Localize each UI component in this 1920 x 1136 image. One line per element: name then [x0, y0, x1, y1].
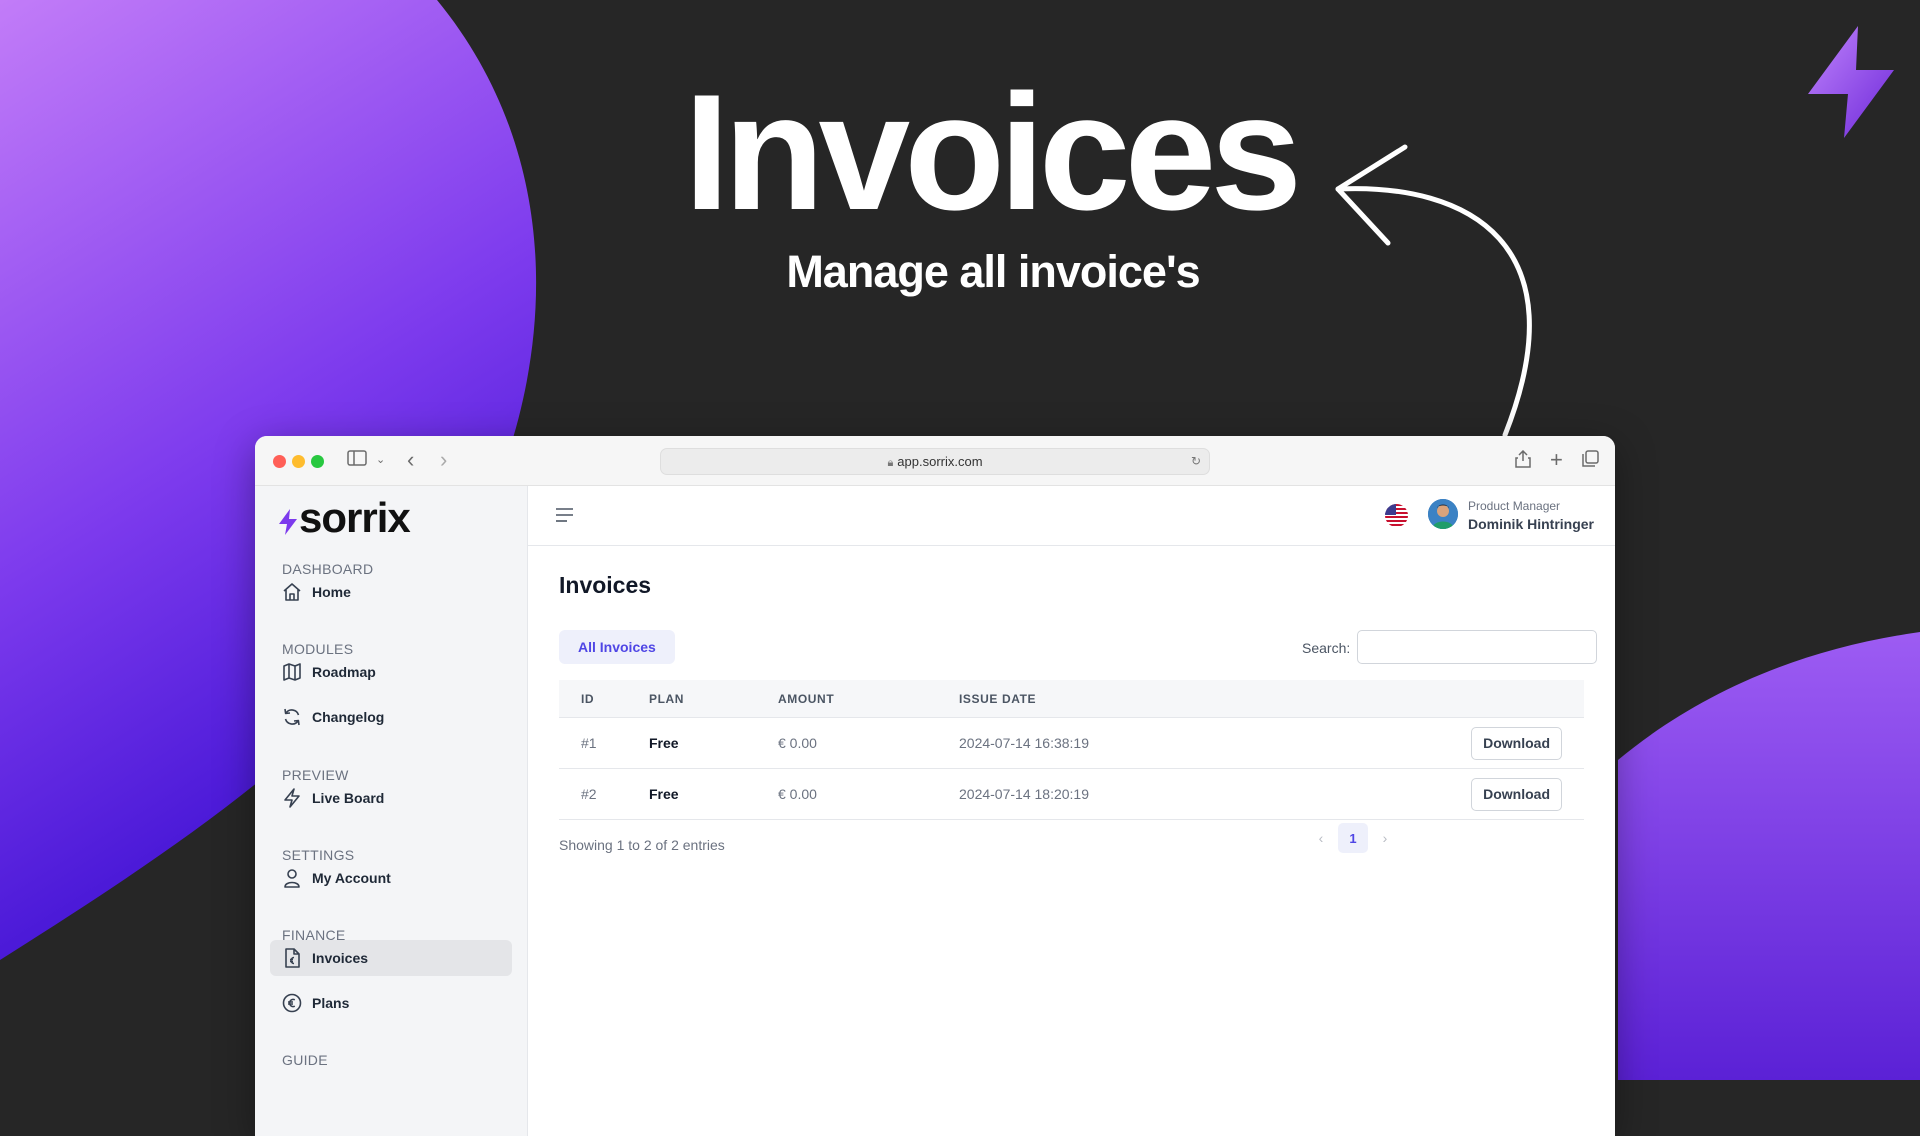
browser-window: ⌄ ‹ › 🔒︎ app.sorrix.com ↻ + sorrix DASHBO…	[255, 436, 1615, 1136]
pagination-prev-button[interactable]: ‹	[1304, 830, 1338, 846]
us-flag-icon[interactable]	[1385, 504, 1408, 527]
column-header-id[interactable]: ID	[559, 680, 649, 718]
chevron-down-icon[interactable]: ⌄	[376, 450, 385, 470]
sidebar-item-home[interactable]: Home	[270, 574, 512, 610]
table-header-row: ID PLAN AMOUNT ISSUE DATE	[559, 680, 1584, 718]
column-header-amount[interactable]: AMOUNT	[778, 680, 959, 718]
download-button[interactable]: Download	[1471, 777, 1562, 811]
sidebar-item-plans[interactable]: Plans	[270, 985, 512, 1021]
cell-plan: Free	[649, 717, 778, 769]
sidebar-item-live-board[interactable]: Live Board	[270, 780, 512, 816]
forward-arrow-icon[interactable]: ›	[440, 449, 447, 471]
sidebar-item-invoices[interactable]: Invoices	[270, 940, 512, 976]
bolt-icon	[281, 787, 303, 809]
euro-icon	[281, 992, 303, 1014]
pagination: ‹ 1 ›	[1304, 823, 1402, 853]
sidebar-toggle-icon[interactable]	[347, 450, 367, 470]
user-icon	[281, 867, 303, 889]
cell-id: #2	[559, 768, 649, 820]
tabs-overview-icon[interactable]	[1582, 450, 1599, 471]
logo[interactable]: sorrix	[279, 494, 411, 542]
refresh-icon	[281, 706, 303, 728]
map-icon	[281, 661, 303, 683]
cell-plan: Free	[649, 768, 778, 820]
browser-toolbar: ⌄ ‹ › 🔒︎ app.sorrix.com ↻ +	[255, 436, 1615, 486]
user-role: Product Manager	[1468, 499, 1561, 513]
sidebar-item-label: My Account	[312, 870, 391, 886]
logo-bolt-icon	[279, 509, 297, 535]
curved-arrow-icon	[1335, 144, 1532, 438]
cell-amount: € 0.00	[778, 717, 959, 769]
lock-icon: 🔒︎	[887, 457, 894, 469]
sidebar-item-label: Roadmap	[312, 664, 376, 680]
share-icon[interactable]	[1515, 449, 1531, 472]
invoice-icon	[281, 947, 303, 969]
hero-subtitle: Manage all invoice's	[786, 246, 1200, 297]
sidebar-item-label: Home	[312, 584, 351, 600]
address-bar[interactable]: 🔒︎ app.sorrix.com ↻	[660, 448, 1210, 475]
cell-issue-date: 2024-07-14 16:38:19	[959, 717, 1294, 769]
home-icon	[281, 581, 303, 603]
avatar[interactable]	[1428, 499, 1458, 529]
cell-amount: € 0.00	[778, 768, 959, 820]
download-button[interactable]: Download	[1471, 726, 1562, 760]
search-input[interactable]	[1357, 630, 1597, 664]
minimize-window-button[interactable]	[292, 455, 305, 468]
sidebar-item-label: Changelog	[312, 709, 385, 725]
entries-summary: Showing 1 to 2 of 2 entries	[559, 837, 725, 853]
cell-actions: Download	[1293, 768, 1584, 820]
cell-issue-date: 2024-07-14 18:20:19	[959, 768, 1294, 820]
sidebar-item-my-account[interactable]: My Account	[270, 860, 512, 896]
sidebar-item-label: Invoices	[312, 950, 369, 966]
close-window-button[interactable]	[273, 455, 286, 468]
pagination-page-1[interactable]: 1	[1338, 823, 1368, 853]
sidebar-item-roadmap[interactable]: Roadmap	[270, 654, 512, 690]
back-arrow-icon[interactable]: ‹	[407, 449, 414, 471]
search-label: Search:	[1302, 640, 1351, 656]
logo-text: sorrix	[299, 494, 411, 541]
invoices-table: ID PLAN AMOUNT ISSUE DATE #1 Free € 0.00…	[559, 680, 1584, 820]
table-row: #2 Free € 0.00 2024-07-14 18:20:19 Downl…	[559, 768, 1584, 820]
new-tab-icon[interactable]: +	[1550, 449, 1563, 471]
main-content: Product Manager Dominik Hintringer Invoi…	[528, 486, 1615, 1136]
tab-all-invoices[interactable]: All Invoices	[559, 630, 675, 664]
sidebar: sorrix DASHBOARD Home MODULES Roadmap Ch…	[255, 486, 528, 1136]
url-text: app.sorrix.com	[897, 454, 983, 469]
column-header-actions	[1293, 680, 1584, 718]
brand-bolt-icon	[1808, 26, 1894, 138]
sidebar-item-changelog[interactable]: Changelog	[270, 699, 512, 735]
pagination-next-button[interactable]: ›	[1368, 830, 1402, 846]
reload-icon[interactable]: ↻	[1191, 449, 1201, 474]
cell-id: #1	[559, 717, 649, 769]
sidebar-item-label: Live Board	[312, 790, 385, 806]
maximize-window-button[interactable]	[311, 455, 324, 468]
sidebar-item-label: Plans	[312, 995, 350, 1011]
section-guide: GUIDE	[282, 1052, 328, 1068]
page-title: Invoices	[559, 572, 652, 598]
menu-icon[interactable]	[556, 508, 574, 527]
column-header-plan[interactable]: PLAN	[649, 680, 778, 718]
cell-actions: Download	[1293, 717, 1584, 769]
hero-title: Invoices	[683, 60, 1302, 244]
table-row: #1 Free € 0.00 2024-07-14 16:38:19 Downl…	[559, 717, 1584, 769]
topbar: Product Manager Dominik Hintringer	[528, 486, 1615, 546]
user-name[interactable]: Dominik Hintringer	[1468, 516, 1594, 532]
column-header-issue-date[interactable]: ISSUE DATE	[959, 680, 1294, 718]
